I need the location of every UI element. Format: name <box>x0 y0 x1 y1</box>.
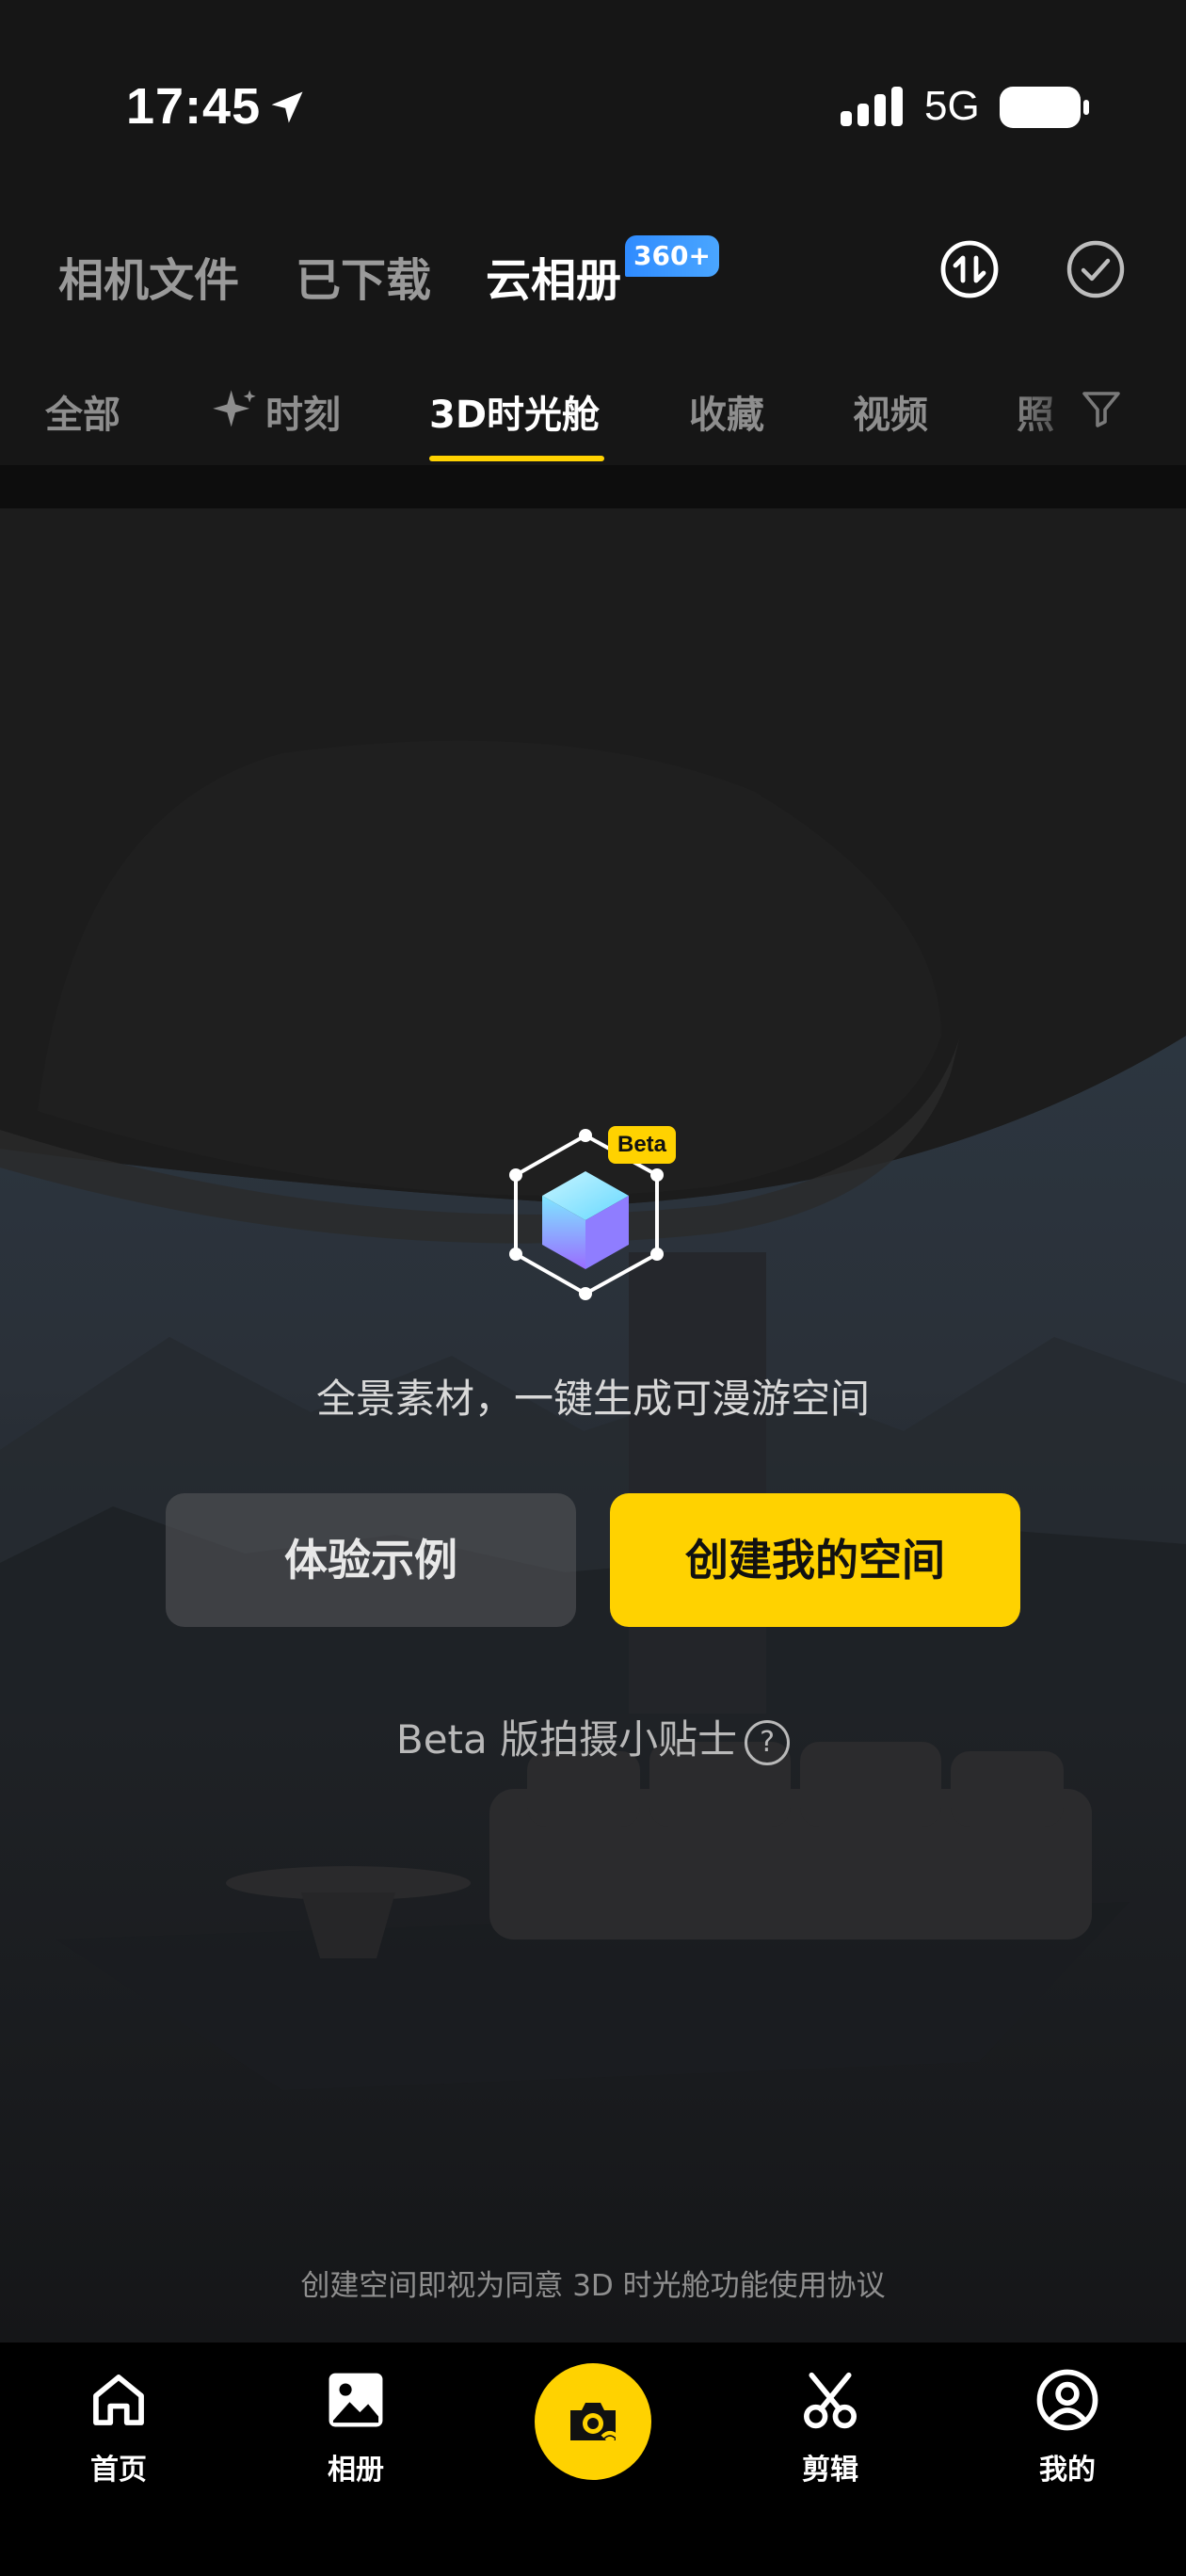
camera-wifi-icon <box>570 2403 619 2442</box>
room-scene-background <box>0 508 1186 2343</box>
try-demo-button[interactable]: 体验示例 <box>166 1493 576 1627</box>
nav-profile-label: 我的 <box>1039 2454 1096 2487</box>
tab-cloud-album[interactable]: 云相册 <box>486 243 621 309</box>
cloud-album-badge: 360+ <box>625 235 719 277</box>
status-time: 17:45 <box>126 78 262 135</box>
sparkle-icon <box>213 390 256 427</box>
tab-favorites[interactable]: 收藏 <box>689 384 764 439</box>
shooting-tips-label: Beta 版拍摄小贴士 <box>395 1716 738 1763</box>
tab-moments[interactable]: 时刻 <box>265 384 341 439</box>
bottom-nav-bar: 首页 相册 剪辑 我的 <box>0 2343 1186 2576</box>
tab-3d-capsule[interactable]: 3D时光舱 <box>429 384 600 439</box>
main-content <box>0 508 1186 2343</box>
beta-badge: Beta <box>608 1126 676 1164</box>
nav-album[interactable]: 相册 <box>280 2363 431 2495</box>
tab-all[interactable]: 全部 <box>45 384 120 439</box>
feature-description: 全景素材，一键生成可漫游空间 <box>315 1376 870 1422</box>
help-question-icon: ? <box>745 1719 791 1765</box>
nav-profile[interactable]: 我的 <box>992 2363 1143 2495</box>
cellular-signal-icon <box>841 87 903 126</box>
agreement-text[interactable]: 创建空间即视为同意 3D 时光舱功能使用协议 <box>0 2262 1186 2304</box>
nav-album-label: 相册 <box>328 2454 384 2487</box>
select-check-icon[interactable] <box>1066 239 1126 299</box>
nav-edit[interactable]: 剪辑 <box>755 2363 906 2495</box>
tab-camera-files[interactable]: 相机文件 <box>58 243 239 309</box>
tab-videos[interactable]: 视频 <box>853 384 928 439</box>
nav-home[interactable]: 首页 <box>43 2363 194 2495</box>
status-bar: 17:45 5G <box>0 0 1186 188</box>
divider-band <box>0 465 1186 508</box>
home-icon <box>93 2375 144 2425</box>
location-arrow-icon <box>271 91 303 123</box>
create-space-button[interactable]: 创建我的空间 <box>610 1493 1020 1627</box>
active-tab-indicator <box>429 456 604 461</box>
album-icon <box>329 2373 383 2427</box>
shooting-tips-link[interactable]: Beta 版拍摄小贴士? <box>0 1708 1186 1765</box>
transfer-icon[interactable] <box>939 239 1000 299</box>
battery-icon <box>1000 87 1089 128</box>
scissors-icon <box>804 2372 857 2429</box>
top-tab-bar: 相机文件 已下载 云相册 <box>0 226 1186 320</box>
nav-home-label: 首页 <box>90 2454 147 2487</box>
filter-icon[interactable] <box>1079 386 1124 431</box>
profile-icon <box>1036 2369 1098 2431</box>
network-type: 5G <box>924 83 980 129</box>
tab-downloaded[interactable]: 已下载 <box>296 243 431 309</box>
nav-camera-button[interactable] <box>535 2363 651 2480</box>
nav-edit-label: 剪辑 <box>802 2454 858 2487</box>
